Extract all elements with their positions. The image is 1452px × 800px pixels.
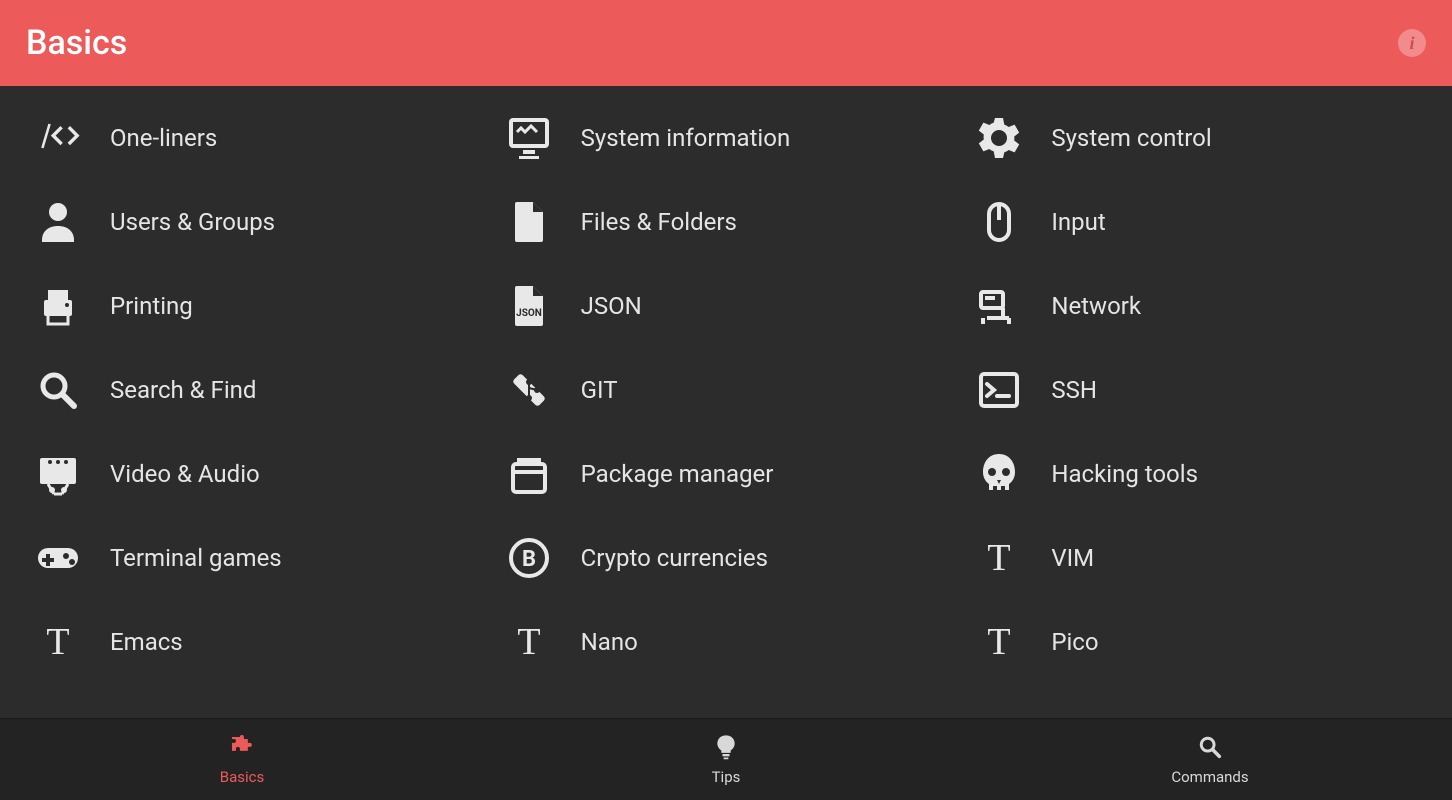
network-icon: [971, 278, 1027, 334]
category-item-printing[interactable]: Printing: [20, 264, 491, 348]
category-label: SSH: [1051, 376, 1097, 404]
page-title: Basics: [26, 23, 127, 63]
category-label: Nano: [581, 628, 638, 656]
text-icon: [971, 530, 1027, 586]
category-label: Video & Audio: [110, 460, 260, 488]
mouse-icon: [971, 194, 1027, 250]
category-label: Printing: [110, 292, 193, 320]
search-icon: [1196, 733, 1224, 765]
printer-icon: [30, 278, 86, 334]
bitcoin-icon: [501, 530, 557, 586]
nav-tab-tips[interactable]: Tips: [484, 719, 968, 800]
category-item-video-audio[interactable]: Video & Audio: [20, 432, 491, 516]
nav-tab-commands[interactable]: Commands: [968, 719, 1452, 800]
category-label: GIT: [581, 376, 618, 404]
category-label: Network: [1051, 292, 1141, 320]
category-item-json[interactable]: JSON: [491, 264, 962, 348]
category-item-ssh[interactable]: SSH: [961, 348, 1432, 432]
category-label: JSON: [581, 292, 642, 320]
category-label: Hacking tools: [1051, 460, 1198, 488]
category-label: System information: [581, 124, 791, 152]
category-item-terminal-games[interactable]: Terminal games: [20, 516, 491, 600]
category-item-search-find[interactable]: Search & Find: [20, 348, 491, 432]
nav-label: Basics: [220, 768, 265, 786]
category-item-network[interactable]: Network: [961, 264, 1432, 348]
video-icon: [30, 446, 86, 502]
category-item-git[interactable]: GIT: [491, 348, 962, 432]
category-label: Pico: [1051, 628, 1098, 656]
category-label: Files & Folders: [581, 208, 737, 236]
nav-tab-basics[interactable]: Basics: [0, 719, 484, 800]
package-icon: [501, 446, 557, 502]
category-item-one-liners[interactable]: One-liners: [20, 96, 491, 180]
category-label: VIM: [1051, 544, 1094, 572]
file-icon: [501, 194, 557, 250]
category-item-files-folders[interactable]: Files & Folders: [491, 180, 962, 264]
skull-icon: [971, 446, 1027, 502]
text-icon: [501, 614, 557, 670]
category-label: Package manager: [581, 460, 774, 488]
category-item-input[interactable]: Input: [961, 180, 1432, 264]
category-item-nano[interactable]: Nano: [491, 600, 962, 684]
bulb-icon: [712, 733, 740, 765]
category-item-system-information[interactable]: System information: [491, 96, 962, 180]
category-label: Terminal games: [110, 544, 282, 572]
user-icon: [30, 194, 86, 250]
category-item-hacking-tools[interactable]: Hacking tools: [961, 432, 1432, 516]
puzzle-icon: [228, 733, 256, 765]
gamepad-icon: [30, 530, 86, 586]
code-icon: [30, 110, 86, 166]
category-item-emacs[interactable]: Emacs: [20, 600, 491, 684]
terminal-icon: [971, 362, 1027, 418]
category-item-system-control[interactable]: System control: [961, 96, 1432, 180]
category-label: One-liners: [110, 124, 217, 152]
category-item-vim[interactable]: VIM: [961, 516, 1432, 600]
text-icon: [30, 614, 86, 670]
category-label: Users & Groups: [110, 208, 275, 236]
info-icon: i: [1409, 33, 1414, 54]
search-icon: [30, 362, 86, 418]
category-label: Emacs: [110, 628, 183, 656]
category-label: Input: [1051, 208, 1105, 236]
category-item-package-manager[interactable]: Package manager: [491, 432, 962, 516]
category-label: System control: [1051, 124, 1211, 152]
text-icon: [971, 614, 1027, 670]
nav-label: Commands: [1171, 768, 1248, 786]
gear-icon: [971, 110, 1027, 166]
info-button[interactable]: i: [1398, 29, 1426, 57]
category-label: Crypto currencies: [581, 544, 768, 572]
category-item-pico[interactable]: Pico: [961, 600, 1432, 684]
bottom-navigation: Basics Tips Commands: [0, 718, 1452, 800]
category-item-users-groups[interactable]: Users & Groups: [20, 180, 491, 264]
category-grid: One-liners System information System con…: [0, 86, 1452, 718]
monitor-icon: [501, 110, 557, 166]
top-app-bar: Basics i: [0, 0, 1452, 86]
category-item-crypto-currencies[interactable]: Crypto currencies: [491, 516, 962, 600]
json-icon: [501, 278, 557, 334]
category-label: Search & Find: [110, 376, 256, 404]
git-icon: [501, 362, 557, 418]
nav-label: Tips: [712, 768, 741, 786]
